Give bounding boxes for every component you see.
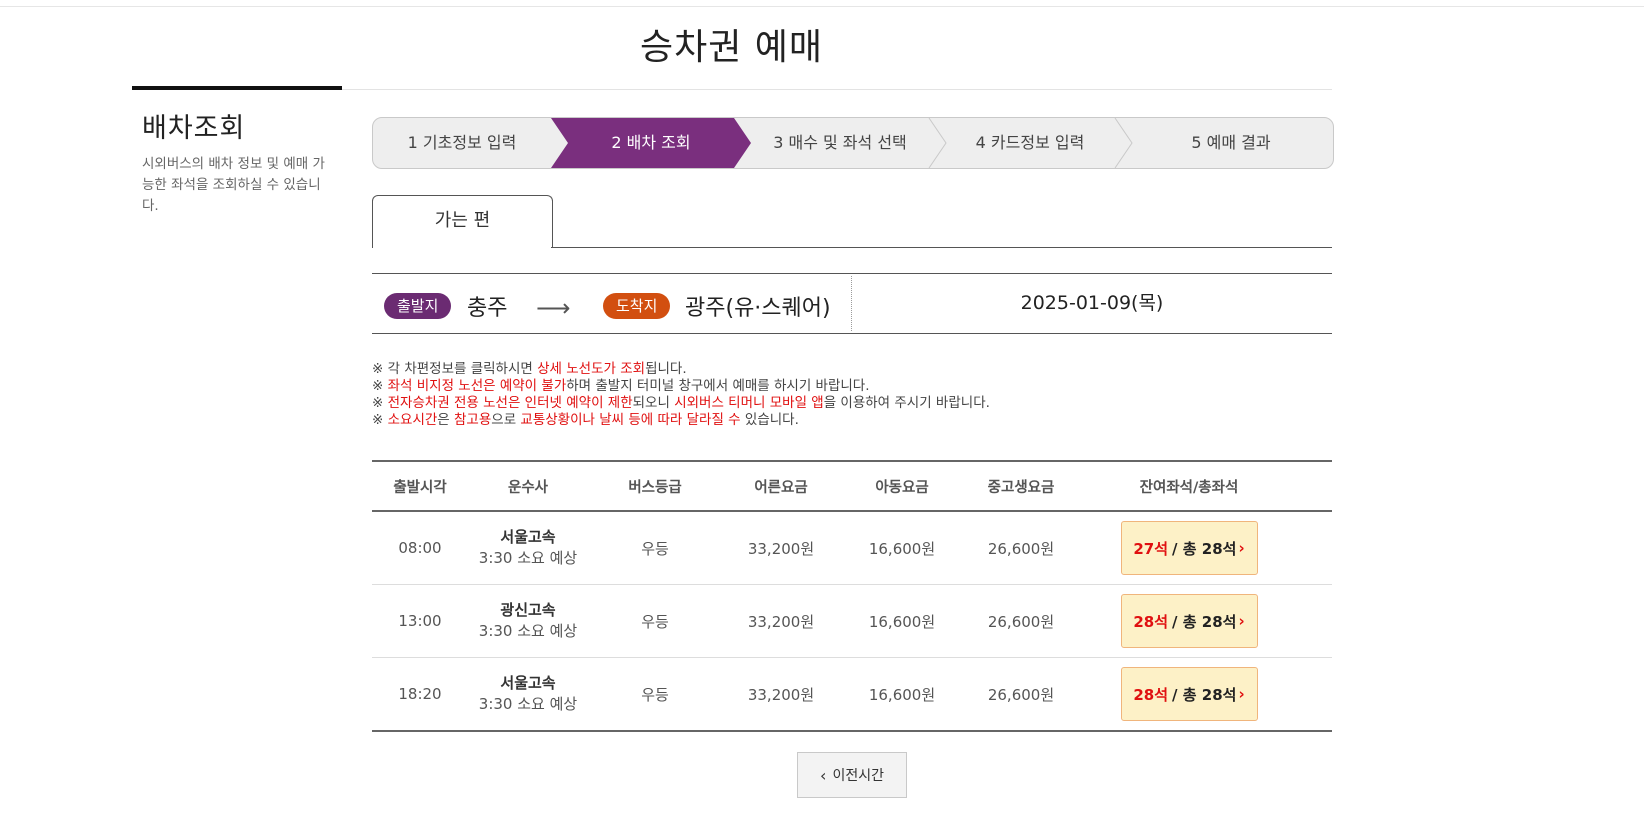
step-2-dispatch-lookup: 2 배차 조회 [611, 133, 691, 152]
tab-underline [551, 247, 1332, 248]
header-company: 운수사 [507, 479, 549, 496]
total-seats: / 총 28석 [1172, 612, 1237, 631]
header-departure-time: 출발시각 [393, 479, 447, 496]
seat-select-button[interactable]: 28석 / 총 28석 › [1120, 667, 1258, 721]
header-adult-fare: 어른요금 [754, 479, 808, 496]
notice-line: ※ 소요시간은 참고용으로 교통상황이나 날씨 등에 따라 달라질 수 있습니다… [372, 412, 990, 429]
notice-highlight: 좌석 비지정 노선은 예약이 불가 [387, 378, 567, 394]
estimated-duration: 3:30 소요 예상 [478, 695, 578, 713]
notice-text: 되오니 [632, 395, 675, 411]
company-name: 광신고속 [500, 601, 556, 619]
previous-time-button[interactable]: ‹ 이전시간 [797, 752, 907, 798]
notice-highlight: 소요시간 [387, 412, 438, 428]
child-fare-cell: 16,600원 [868, 539, 936, 558]
chevron-left-icon: ‹ [820, 765, 827, 785]
page-title: 승차권 예매 [639, 27, 824, 68]
total-seats: / 총 28석 [1172, 685, 1237, 704]
notice-text: 있습니다. [740, 412, 799, 428]
title-accent-bar [132, 86, 342, 90]
notice-highlight: 참고용 [454, 412, 492, 428]
bus-grade-cell: 우등 [641, 539, 669, 558]
departure-badge: 출발지 [384, 293, 452, 319]
table-row[interactable]: 18:20 서울고속 3:30 소요 예상 우등 33,200원 16,600원 26,60… [372, 658, 1332, 732]
estimated-duration: 3:30 소요 예상 [478, 549, 578, 567]
notice-highlight: 전자승차권 전용 노선은 인터넷 예약이 제한 [387, 395, 633, 411]
adult-fare-cell: 33,200원 [747, 539, 815, 558]
notice-line: ※ 각 차편정보를 클릭하시면 상세 노선도가 조회됩니다. [372, 361, 990, 378]
dispatch-table: 출발시각 운수사 버스등급 어른요금 아동요금 중고생요금 잔여좌석/총좌석 0… [372, 460, 1332, 732]
notice-text: 하며 출발지 터미널 창구에서 예매를 하시기 바랍니다. [566, 378, 870, 394]
previous-time-label: 이전시간 [832, 768, 884, 784]
notice-text: 됩니다. [645, 361, 687, 377]
departure-time-cell: 08:00 [398, 539, 442, 557]
bus-grade-cell: 우등 [641, 685, 669, 704]
departure-date: 2025-01-09(목) [1020, 292, 1164, 314]
notice-text: 은 [437, 412, 455, 428]
student-fare-cell: 26,600원 [987, 539, 1055, 558]
notice-highlight: 시외버스 티머니 모바일 앱 [674, 395, 824, 411]
remaining-seats: 27석 [1133, 539, 1169, 558]
step-3-seat-select: 3 매수 및 좌석 선택 [773, 133, 907, 152]
table-header: 출발시각 운수사 버스등급 어른요금 아동요금 중고생요금 잔여좌석/총좌석 [372, 460, 1332, 512]
header-child-fare: 아동요금 [875, 479, 929, 496]
chevron-right-icon: › [1238, 612, 1245, 630]
header-student-fare: 중고생요금 [987, 479, 1055, 496]
chevron-right-icon: › [1238, 539, 1245, 557]
company-name: 서울고속 [500, 528, 556, 546]
child-fare-cell: 16,600원 [868, 612, 936, 631]
bus-grade-cell: 우등 [641, 612, 669, 631]
company-cell: 광신고속 3:30 소요 예상 [468, 585, 588, 657]
table-row[interactable]: 08:00 서울고속 3:30 소요 예상 우등 33,200원 16,600원 26,60… [372, 512, 1332, 585]
notice-text: ※ [372, 378, 388, 394]
tab-outbound[interactable]: 가는 편 [372, 195, 553, 248]
remaining-seats: 28석 [1133, 685, 1169, 704]
notice-text: 을 이용하여 주시기 바랍니다. [823, 395, 990, 411]
seats-cell: 27석 / 총 28석 › [1078, 512, 1300, 584]
notice-list: ※ 각 차편정보를 클릭하시면 상세 노선도가 조회됩니다. ※ 좌석 비지정 노… [372, 361, 990, 429]
step-5-result: 5 예매 결과 [1191, 133, 1271, 152]
header-seats: 잔여좌석/총좌석 [1139, 479, 1239, 496]
adult-fare-cell: 33,200원 [747, 685, 815, 704]
notice-highlight: 교통상황이나 날씨 등에 따라 달라질 수 [520, 412, 741, 428]
seats-cell: 28석 / 총 28석 › [1078, 585, 1300, 657]
remaining-seats: 28석 [1133, 612, 1169, 631]
estimated-duration: 3:30 소요 예상 [478, 622, 578, 640]
departure-time-cell: 13:00 [398, 612, 442, 630]
notice-text: ※ [372, 412, 388, 428]
header-bus-grade: 버스등급 [628, 479, 682, 496]
company-cell: 서울고속 3:30 소요 예상 [468, 512, 588, 584]
notice-text: 으로 [491, 412, 521, 428]
section-title: 배차조회 [142, 113, 246, 144]
notice-line: ※ 전자승차권 전용 노선은 인터넷 예약이 제한되오니 시외버스 티머니 모바… [372, 395, 990, 412]
child-fare-cell: 16,600원 [868, 685, 936, 704]
adult-fare-cell: 33,200원 [747, 612, 815, 631]
progress-steps: 1 기초정보 입력 2 배차 조회 3 매수 및 좌석 선택 4 카드정보 입력… [372, 117, 1334, 169]
notice-line: ※ 좌석 비지정 노선은 예약이 불가하며 출발지 터미널 창구에서 예매를 하… [372, 378, 990, 395]
arrow-right-icon: ⟶ [536, 294, 571, 322]
table-row[interactable]: 13:00 광신고속 3:30 소요 예상 우등 33,200원 16,600원 26,60… [372, 585, 1332, 658]
student-fare-cell: 26,600원 [987, 612, 1055, 631]
student-fare-cell: 26,600원 [987, 685, 1055, 704]
route-summary: 출발지 충주 ⟶ 도착지 광주(유·스퀘어) 2025-01-09(목) [372, 273, 1332, 334]
section-description: 시외버스의 배차 정보 및 예매 가능한 좌석을 조회하실 수 있습니다. [142, 156, 325, 214]
seats-cell: 28석 / 총 28석 › [1078, 658, 1300, 730]
notice-highlight: 상세 노선도가 조회 [537, 361, 646, 377]
arrival-city: 광주(유·스퀘어) [685, 296, 831, 321]
seat-select-button[interactable]: 27석 / 총 28석 › [1120, 521, 1258, 575]
departure-time-cell: 18:20 [398, 685, 442, 703]
chevron-right-icon: › [1238, 685, 1245, 703]
top-divider [0, 0, 1644, 7]
company-cell: 서울고속 3:30 소요 예상 [468, 658, 588, 730]
departure-city: 충주 [467, 296, 508, 321]
step-1-basic-info: 1 기초정보 입력 [407, 133, 517, 152]
company-name: 서울고속 [500, 674, 556, 692]
total-seats: / 총 28석 [1172, 539, 1237, 558]
step-4-card-info: 4 카드정보 입력 [975, 133, 1085, 152]
notice-text: ※ [372, 395, 388, 411]
notice-text: ※ 각 차편정보를 클릭하시면 [372, 361, 538, 377]
arrival-badge: 도착지 [603, 293, 671, 319]
seat-select-button[interactable]: 28석 / 총 28석 › [1120, 594, 1258, 648]
